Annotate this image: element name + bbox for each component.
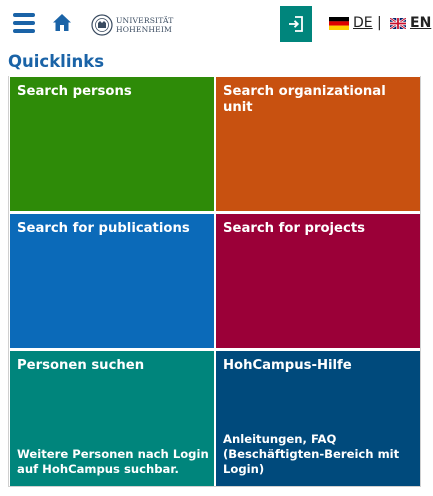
tile-personen-suchen[interactable]: Personen suchen Weitere Personen nach Lo… bbox=[10, 351, 214, 486]
login-button[interactable] bbox=[280, 6, 312, 42]
tile-hohcampus-hilfe[interactable]: HohCampus-Hilfe Anleitungen, FAQ (Beschä… bbox=[216, 351, 420, 486]
language-en-label: EN bbox=[410, 15, 432, 31]
tile-title: Search persons bbox=[17, 84, 132, 99]
top-bar: UNIVERSITÄT HOHENHEIM DE | EN bbox=[0, 0, 433, 50]
logo-text: UNIVERSITÄT HOHENHEIM bbox=[116, 16, 173, 34]
germany-flag-icon bbox=[329, 16, 349, 30]
tile-title: Search for projects bbox=[223, 221, 365, 236]
hamburger-menu-icon[interactable] bbox=[13, 13, 35, 35]
tile-subtitle-text: Weitere Personen nach Login auf HohCampu… bbox=[17, 447, 209, 476]
quicklinks-title: Quicklinks bbox=[8, 52, 105, 71]
tile-subtitle-text: Anleitungen, FAQ (Beschäftigten-Bereich … bbox=[223, 432, 400, 476]
university-seal-icon bbox=[91, 14, 113, 36]
tile-title: Search for publications bbox=[17, 221, 190, 236]
language-de-label: DE bbox=[353, 15, 373, 31]
tile-search-organizational-unit[interactable]: Search organizational unit bbox=[216, 77, 420, 211]
language-en-link[interactable]: EN bbox=[390, 15, 431, 31]
login-icon bbox=[289, 16, 303, 32]
university-logo[interactable]: UNIVERSITÄT HOHENHEIM bbox=[91, 12, 177, 38]
tile-search-projects[interactable]: Search for projects bbox=[216, 214, 420, 348]
tile-subtitle: Weitere Personen nach Login auf HohCampu… bbox=[17, 447, 209, 477]
tile-search-persons[interactable]: Search persons bbox=[10, 77, 214, 211]
tile-search-publications[interactable]: Search for publications bbox=[10, 214, 214, 348]
home-icon[interactable] bbox=[52, 13, 72, 33]
tile-title: HohCampus-Hilfe bbox=[223, 358, 352, 373]
quicklinks-grid: Search persons Search organizational uni… bbox=[8, 76, 421, 487]
tile-title: Personen suchen bbox=[17, 358, 145, 373]
logo-line-2: HOHENHEIM bbox=[116, 25, 172, 34]
language-separator: | bbox=[377, 15, 382, 31]
language-de-link[interactable]: DE bbox=[329, 15, 373, 31]
uk-flag-icon bbox=[390, 17, 406, 29]
tile-subtitle: Anleitungen, FAQ (Beschäftigten-Bereich … bbox=[223, 432, 399, 477]
tile-title: Search organizational unit bbox=[223, 84, 386, 115]
logo-line-1: UNIVERSITÄT bbox=[116, 16, 174, 25]
